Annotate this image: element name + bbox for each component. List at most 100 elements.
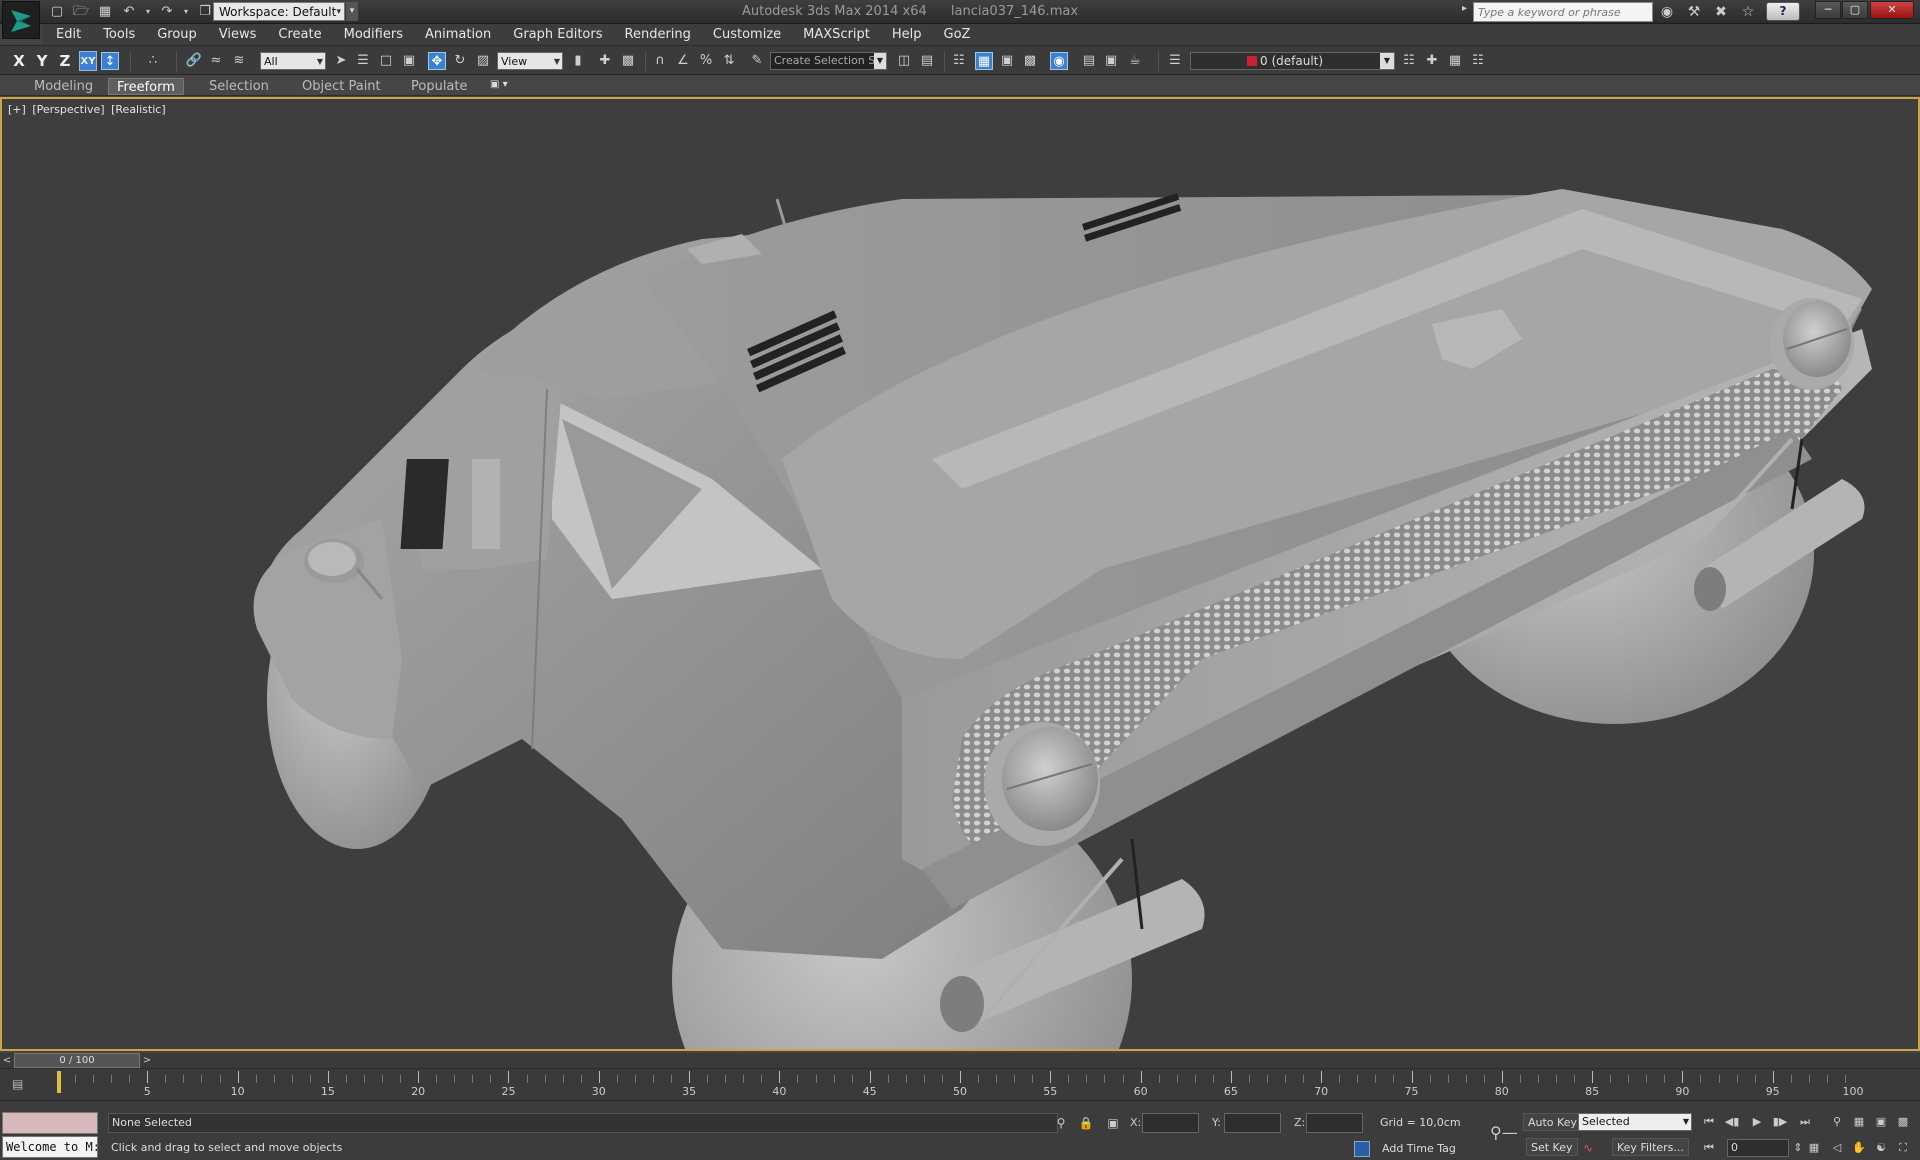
reference-coordinate-dropdown[interactable]: View ▼ (497, 52, 563, 70)
undo-icon[interactable]: ↶ (120, 3, 138, 21)
maxscript-listener-input[interactable]: Welcome to M: (2, 1136, 98, 1158)
tab-selection[interactable]: Selection (201, 78, 277, 95)
key-mode-toggle-icon[interactable]: ⏮ (1700, 1139, 1718, 1157)
menu-help[interactable]: Help (892, 24, 922, 45)
zoom-extents-all-icon[interactable]: ▩ (1894, 1113, 1912, 1131)
new-file-icon[interactable]: ▢ (48, 3, 66, 21)
minimize-button[interactable]: ─ (1815, 1, 1841, 19)
menu-rendering[interactable]: Rendering (625, 24, 691, 45)
schematic-view-icon[interactable]: ▩ (1021, 52, 1039, 70)
y-coord-field[interactable] (1224, 1113, 1281, 1133)
tab-populate[interactable]: Populate (403, 78, 476, 95)
isolate-selection-icon[interactable]: ⚲ (1053, 1114, 1069, 1132)
app-menu-button[interactable] (2, 1, 40, 39)
go-to-start-icon[interactable]: ⏮ (1700, 1113, 1718, 1131)
spinner-snap-icon[interactable]: ⇅ (720, 52, 738, 70)
previous-frame-icon[interactable]: ◀▮ (1723, 1113, 1741, 1131)
angle-snap-icon[interactable]: ∠ (674, 52, 692, 70)
select-and-move-icon[interactable]: ✥ (428, 52, 446, 70)
set-keys-key-icon[interactable]: ⚲— (1490, 1123, 1518, 1142)
x-coord-field[interactable] (1142, 1113, 1199, 1133)
axis-z-button[interactable]: Z (56, 51, 74, 71)
unlink-icon[interactable]: ≈ (207, 52, 225, 70)
material-editor-icon[interactable]: ◉ (1050, 52, 1068, 70)
ribbon-options-icon[interactable]: ▣ ▾ (490, 79, 508, 90)
zoom-icon[interactable]: ⚲ (1828, 1113, 1846, 1131)
current-frame-field[interactable]: 0 (1727, 1139, 1789, 1157)
align-icon[interactable]: ▤ (918, 52, 936, 70)
key-mode-dropdown[interactable]: Selected ▼ (1578, 1113, 1692, 1131)
help-button[interactable]: ? (1766, 2, 1800, 21)
named-selection-sets-field[interactable]: Create Selection Se ▼ (770, 52, 887, 70)
set-key-button[interactable]: Set Key (1526, 1138, 1578, 1156)
menu-views[interactable]: Views (219, 24, 257, 45)
current-layer-dropdown[interactable]: 0 (default) ▼ (1190, 52, 1395, 70)
render-setup-icon[interactable]: ▤ (1080, 52, 1098, 70)
select-manipulate-icon[interactable]: ✚ (596, 52, 614, 70)
select-in-layer-icon[interactable]: ▦ (1446, 52, 1464, 70)
project-folder-icon[interactable]: ❐ (196, 3, 214, 21)
toggle-scene-explorer-icon[interactable]: ▦ (975, 52, 993, 70)
mirror-icon[interactable]: ◫ (895, 52, 913, 70)
bind-space-warp-icon[interactable]: ≋ (230, 52, 248, 70)
time-slider-thumb[interactable]: 0 / 100 (14, 1053, 140, 1068)
snap-toggle-icon[interactable]: ∴ (144, 52, 162, 70)
rendered-frame-window-icon[interactable]: ▣ (1102, 52, 1120, 70)
next-frame-icon[interactable]: ▮▶ (1771, 1113, 1789, 1131)
select-object-icon[interactable]: ➤ (332, 52, 350, 70)
redo-dropdown-icon[interactable]: ▾ (182, 3, 190, 21)
axis-xy-button[interactable]: XY (79, 51, 97, 71)
close-button[interactable]: ✕ (1870, 1, 1914, 19)
axis-y-button[interactable]: Y (33, 51, 51, 71)
binoculars-icon[interactable]: ◉ (1658, 3, 1676, 21)
select-and-rotate-icon[interactable]: ↻ (451, 52, 469, 70)
add-time-tag-icon[interactable] (1354, 1141, 1370, 1157)
menu-create[interactable]: Create (278, 24, 321, 45)
workspace-menu-arrow-icon[interactable]: ▾ (346, 2, 358, 21)
time-slider[interactable]: < 0 / 100 > (0, 1053, 1920, 1068)
axis-x-button[interactable]: X (10, 51, 28, 71)
rectangular-selection-icon[interactable]: □ (377, 52, 395, 70)
default-in-out-tangents-icon[interactable]: ∿ (1580, 1139, 1596, 1157)
snaps-toggle-icon[interactable]: ∩ (651, 52, 669, 70)
menu-tools[interactable]: Tools (103, 24, 135, 45)
maximize-viewport-toggle-icon[interactable]: ⛶ (1894, 1139, 1912, 1157)
select-by-name-icon[interactable]: ☰ (354, 52, 372, 70)
z-coord-field[interactable] (1306, 1113, 1363, 1133)
curve-editor-icon[interactable]: ▣ (998, 52, 1016, 70)
window-crossing-icon[interactable]: ▣ (400, 52, 418, 70)
pan-view-icon[interactable]: ✋ (1850, 1139, 1868, 1157)
communication-center-icon[interactable]: ✖ (1712, 3, 1730, 21)
add-to-layer-icon[interactable]: ✚ (1423, 52, 1441, 70)
selection-filter-dropdown[interactable]: All ▼ (260, 52, 326, 70)
infocenter-collapse-icon[interactable]: ▸ (1462, 3, 1467, 14)
orbit-icon[interactable]: ☯ (1872, 1139, 1890, 1157)
link-icon[interactable]: 🔗 (185, 52, 203, 70)
time-configuration-icon[interactable]: ▦ (1805, 1139, 1823, 1157)
maxscript-listener-output[interactable] (2, 1112, 98, 1134)
menu-edit[interactable]: Edit (56, 24, 81, 45)
workspace-dropdown[interactable]: Workspace: Default ▾ (213, 2, 345, 21)
subscription-key-icon[interactable]: ⚒ (1685, 3, 1703, 21)
auto-key-button[interactable]: Auto Key (1523, 1113, 1582, 1131)
time-slider-prev-button[interactable]: < (0, 1053, 14, 1068)
viewport-general-menu[interactable]: [+] (8, 103, 26, 116)
tab-object-paint[interactable]: Object Paint (294, 78, 389, 95)
select-and-scale-icon[interactable]: ▨ (474, 52, 492, 70)
menu-animation[interactable]: Animation (425, 24, 491, 45)
menu-modifiers[interactable]: Modifiers (344, 24, 403, 45)
new-layer-icon[interactable]: ☷ (1400, 52, 1418, 70)
percent-snap-icon[interactable]: % (697, 52, 715, 70)
favorites-star-icon[interactable]: ☆ (1739, 3, 1757, 21)
edit-named-selection-icon[interactable]: ✎ (748, 52, 766, 70)
menu-group[interactable]: Group (157, 24, 197, 45)
layer-explorer-icon[interactable]: ☷ (950, 52, 968, 70)
set-current-layer-icon[interactable]: ☷ (1469, 52, 1487, 70)
selection-lock-icon[interactable]: 🔒 (1078, 1114, 1094, 1132)
open-file-icon[interactable]: 🗁 (72, 3, 90, 21)
undo-dropdown-icon[interactable]: ▾ (144, 3, 152, 21)
time-slider-next-button[interactable]: > (140, 1053, 154, 1068)
axis-constraint-flyout-icon[interactable]: ↕ (101, 52, 119, 70)
menu-customize[interactable]: Customize (713, 24, 781, 45)
maximize-button[interactable]: ▢ (1842, 1, 1868, 19)
